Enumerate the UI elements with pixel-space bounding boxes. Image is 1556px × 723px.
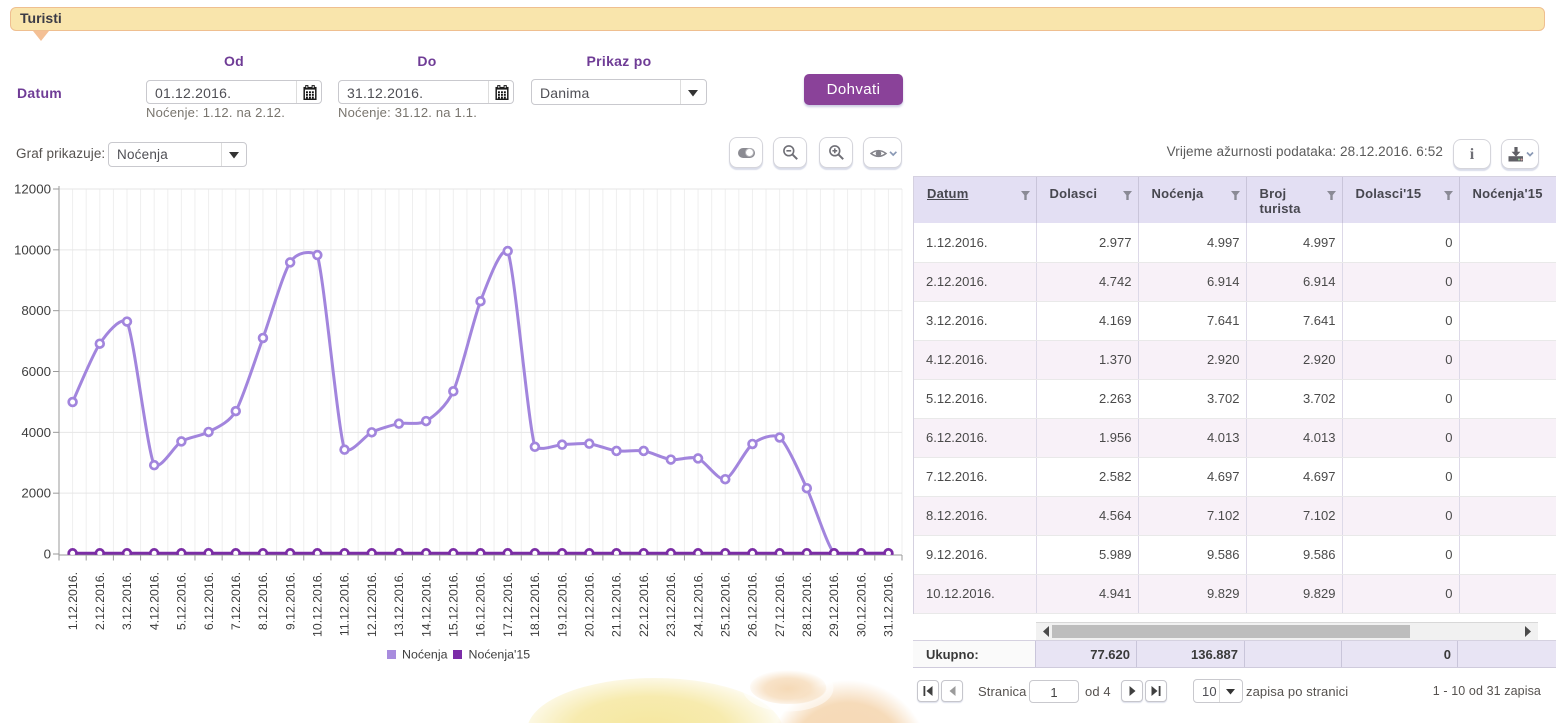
- svg-text:23.12.2016.: 23.12.2016.: [664, 572, 678, 637]
- svg-text:22.12.2016.: 22.12.2016.: [637, 572, 651, 637]
- svg-text:4.12.2016.: 4.12.2016.: [147, 572, 161, 630]
- svg-text:27.12.2016.: 27.12.2016.: [773, 572, 787, 637]
- svg-text:6000: 6000: [21, 364, 51, 379]
- svg-text:Noćenja: Noćenja: [402, 648, 448, 662]
- svg-text:15.12.2016.: 15.12.2016.: [447, 572, 461, 637]
- svg-text:13.12.2016.: 13.12.2016.: [392, 572, 406, 637]
- svg-text:12000: 12000: [14, 182, 51, 197]
- svg-text:2000: 2000: [21, 486, 51, 501]
- svg-text:5.12.2016.: 5.12.2016.: [175, 572, 189, 630]
- svg-text:4000: 4000: [21, 425, 51, 440]
- svg-text:10.12.2016.: 10.12.2016.: [311, 572, 325, 637]
- svg-text:31.12.2016.: 31.12.2016.: [882, 572, 896, 637]
- svg-text:29.12.2016.: 29.12.2016.: [827, 572, 841, 637]
- svg-text:20.12.2016.: 20.12.2016.: [582, 572, 596, 637]
- svg-text:9.12.2016.: 9.12.2016.: [283, 572, 297, 630]
- svg-text:12.12.2016.: 12.12.2016.: [365, 572, 379, 637]
- svg-text:16.12.2016.: 16.12.2016.: [474, 572, 488, 637]
- svg-text:24.12.2016.: 24.12.2016.: [691, 572, 705, 637]
- svg-text:14.12.2016.: 14.12.2016.: [419, 572, 433, 637]
- svg-text:3.12.2016.: 3.12.2016.: [120, 572, 134, 630]
- svg-text:25.12.2016.: 25.12.2016.: [718, 572, 732, 637]
- svg-text:10000: 10000: [14, 242, 51, 257]
- svg-text:18.12.2016.: 18.12.2016.: [528, 572, 542, 637]
- svg-text:28.12.2016.: 28.12.2016.: [800, 572, 814, 637]
- svg-text:7.12.2016.: 7.12.2016.: [229, 572, 243, 630]
- svg-text:19.12.2016.: 19.12.2016.: [555, 572, 569, 637]
- svg-text:2.12.2016.: 2.12.2016.: [93, 572, 107, 630]
- svg-text:21.12.2016.: 21.12.2016.: [610, 572, 624, 637]
- svg-text:8000: 8000: [21, 303, 51, 318]
- svg-text:17.12.2016.: 17.12.2016.: [501, 572, 515, 637]
- svg-text:0: 0: [44, 547, 51, 562]
- svg-text:6.12.2016.: 6.12.2016.: [202, 572, 216, 630]
- svg-text:1.12.2016.: 1.12.2016.: [66, 572, 80, 630]
- svg-text:Noćenja'15: Noćenja'15: [469, 648, 531, 662]
- svg-text:11.12.2016.: 11.12.2016.: [338, 572, 352, 636]
- svg-text:8.12.2016.: 8.12.2016.: [256, 572, 270, 630]
- svg-text:30.12.2016.: 30.12.2016.: [854, 572, 868, 637]
- svg-text:26.12.2016.: 26.12.2016.: [746, 572, 760, 637]
